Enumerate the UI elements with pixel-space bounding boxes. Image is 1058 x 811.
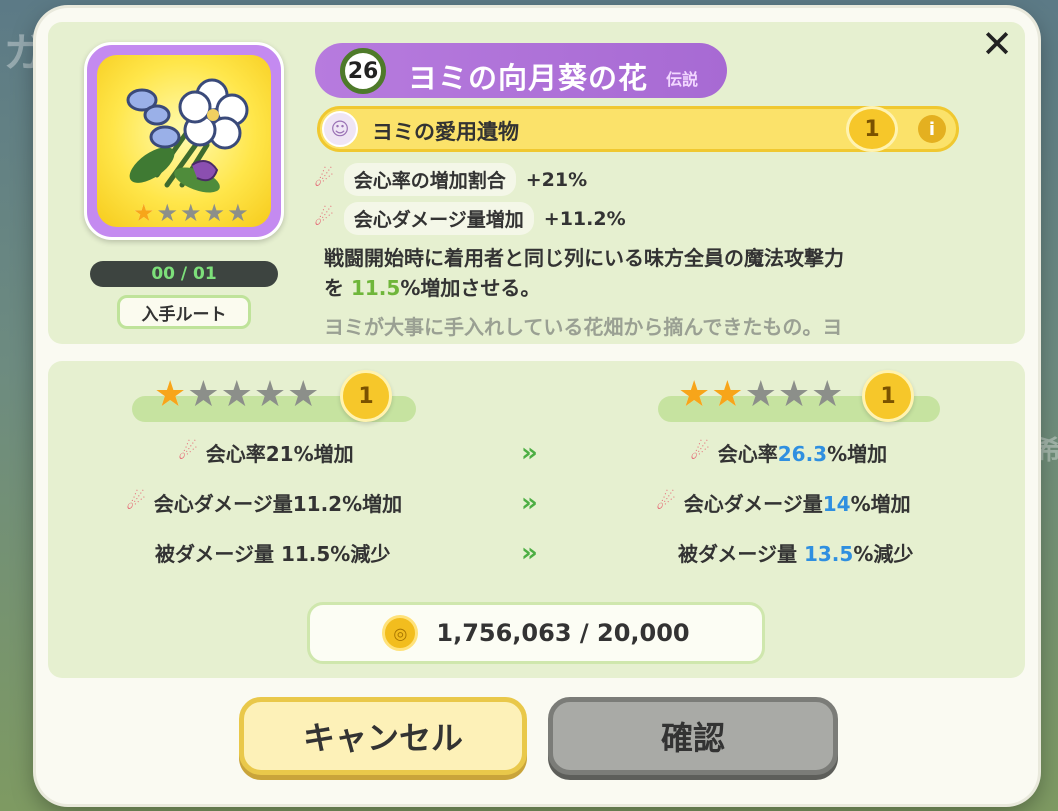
- stat-row: ☄ 会心率の増加割合 +21%: [314, 163, 587, 196]
- arrow-right-icon: »: [521, 538, 538, 568]
- star-empty-icon: ★: [227, 199, 249, 227]
- star-empty-icon: ★: [156, 199, 179, 227]
- claw-icon: ☄: [314, 167, 334, 192]
- set-name: ヨミの愛用遺物: [372, 120, 519, 144]
- next-level-coin: 1: [862, 370, 914, 422]
- stat-value: +11.2%: [543, 207, 626, 230]
- next-star-rating: ★ ★ ★ ★ ★: [678, 377, 843, 413]
- description-text: %増加させる。: [400, 276, 541, 300]
- stat-label: 会心ダメージ量増加: [343, 202, 534, 235]
- background-decoration: 希: [1035, 436, 1058, 466]
- next-stat-text: 被ダメージ量 13.5%減少: [678, 542, 914, 566]
- star-empty-icon: ★: [777, 374, 811, 415]
- next-stat-line: ☄ 会心ダメージ量14%増加: [656, 488, 911, 517]
- claw-icon: ☄: [178, 440, 198, 465]
- current-star-rating: ★ ★ ★ ★ ★: [154, 377, 319, 413]
- acquisition-route-button[interactable]: 入手ルート: [117, 295, 251, 329]
- claw-icon: ☄: [656, 490, 676, 515]
- star-empty-icon: ★: [220, 374, 253, 415]
- set-character-avatar: ☺: [322, 111, 358, 147]
- item-rarity: 伝説: [666, 70, 699, 89]
- item-level-badge: 26: [340, 48, 386, 94]
- star-empty-icon: ★: [811, 374, 844, 415]
- current-level-coin: 1: [340, 370, 392, 422]
- star-filled-icon: ★: [154, 374, 187, 415]
- next-stat-text: 会心ダメージ量14%増加: [683, 492, 911, 516]
- star-empty-icon: ★: [253, 374, 287, 415]
- next-stat-text: 会心率26.3%増加: [717, 442, 888, 466]
- stat-label: 会心率の増加割合: [343, 163, 516, 196]
- current-stat-line: 被ダメージ量 11.5%減少: [155, 538, 390, 567]
- current-stat-text: 会心ダメージ量11.2%増加: [153, 492, 403, 516]
- confirm-button[interactable]: 確認: [548, 697, 838, 775]
- current-stat-line: ☄ 会心ダメージ量11.2%増加: [126, 488, 402, 517]
- upgrade-cost: ◎ 1,756,063 / 20,000: [307, 602, 765, 664]
- next-stat-line: 被ダメージ量 13.5%減少: [678, 538, 913, 567]
- claw-icon: ☄: [126, 490, 146, 515]
- description-text: を: [324, 276, 344, 300]
- cancel-button[interactable]: キャンセル: [239, 697, 527, 775]
- info-button[interactable]: i: [918, 115, 946, 143]
- item-image: ★ ★ ★ ★ ★: [97, 55, 271, 227]
- cost-text: 1,756,063 / 20,000: [436, 619, 690, 647]
- stat-row: ☄ 会心ダメージ量増加 +11.2%: [314, 202, 626, 235]
- star-empty-icon: ★: [203, 199, 226, 227]
- current-stat-text: 被ダメージ量 11.5%減少: [155, 542, 391, 566]
- arrow-right-icon: »: [521, 488, 538, 518]
- gold-coin-icon: ◎: [382, 615, 419, 651]
- star-empty-icon: ★: [287, 374, 320, 415]
- close-button[interactable]: ✕: [977, 22, 1017, 66]
- item-portrait: ★ ★ ★ ★ ★: [84, 42, 284, 240]
- description-highlight: 11.5: [350, 276, 401, 300]
- close-icon: ✕: [981, 22, 1013, 66]
- info-icon: i: [928, 118, 936, 140]
- next-stat-line: ☄ 会心率26.3%増加: [690, 438, 887, 467]
- star-filled-icon: ★: [678, 374, 711, 415]
- current-stat-line: ☄ 会心率21%増加: [178, 438, 354, 467]
- arrow-right-icon: »: [521, 438, 538, 468]
- claw-icon: ☄: [314, 206, 334, 231]
- star-empty-icon: ★: [180, 199, 202, 227]
- description-line: を 11.5%増加させる。: [324, 273, 974, 303]
- star-empty-icon: ★: [744, 374, 777, 415]
- item-star-rating: ★ ★ ★ ★ ★: [133, 201, 249, 225]
- item-name: ヨミの向月葵の花: [408, 61, 649, 95]
- star-empty-icon: ★: [187, 374, 220, 415]
- item-description: 戦闘開始時に着用者と同じ列にいる味方全員の魔法攻撃力 を 11.5%増加させる。: [324, 243, 974, 303]
- flavor-text[interactable]: ヨミが大事に手入れしている花畑から摘んできたもの。ヨ: [324, 313, 974, 341]
- claw-icon: ☄: [690, 440, 710, 465]
- set-level-coin: 1: [846, 106, 898, 152]
- description-line: 戦闘開始時に着用者と同じ列にいる味方全員の魔法攻撃力: [324, 246, 844, 270]
- star-filled-icon: ★: [711, 374, 744, 415]
- star-filled-icon: ★: [133, 199, 155, 227]
- item-count: 00 / 01: [90, 261, 278, 287]
- stat-value: +21%: [525, 168, 588, 191]
- current-stat-text: 会心率21%増加: [205, 442, 354, 466]
